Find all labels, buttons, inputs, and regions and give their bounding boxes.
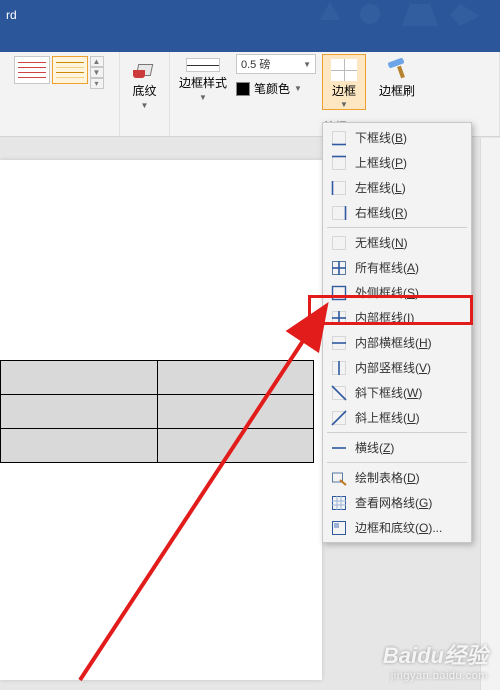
border-style-label: 边框样式 — [179, 74, 227, 91]
table-row[interactable] — [1, 395, 314, 429]
menu-item-inside-v[interactable]: 内部竖框线(V) — [323, 355, 471, 380]
menu-item-all[interactable]: 所有框线(A) — [323, 255, 471, 280]
menu-item-label: 绘制表格(D) — [355, 469, 420, 486]
menu-item-label: 外侧框线(S) — [355, 284, 419, 301]
menu-item-label: 内部框线(I) — [355, 309, 414, 326]
menu-item-label: 内部横框线(H) — [355, 334, 432, 351]
menu-item-label: 所有框线(A) — [355, 259, 419, 276]
table-style-thumb-selected[interactable] — [52, 56, 88, 84]
line-style-icon — [186, 58, 220, 72]
menu-item-bottom[interactable]: 下框线(B) — [323, 125, 471, 150]
watermark-sub: jingyan.baidu.com — [383, 670, 488, 682]
shading-label: 底纹 — [132, 82, 156, 99]
line-weight-combo[interactable]: 0.5 磅 ▼ — [236, 54, 316, 74]
table-row[interactable] — [1, 361, 314, 395]
app-title-fragment: rd — [6, 8, 17, 22]
table-styles-group: ▲▼▾ — [0, 52, 120, 136]
chevron-down-icon: ▼ — [199, 93, 207, 102]
border-painter-label: 边框刷 — [379, 82, 415, 99]
menu-item-label: 左框线(L) — [355, 179, 406, 196]
border-inside-v-icon — [331, 360, 347, 376]
menu-item-draw[interactable]: 绘制表格(D) — [323, 465, 471, 490]
border-outside-icon — [331, 285, 347, 301]
menu-item-label: 下框线(B) — [355, 129, 407, 146]
menu-item-left[interactable]: 左框线(L) — [323, 175, 471, 200]
borders-grid-icon — [331, 59, 357, 81]
menu-item-hline[interactable]: 横线(Z) — [323, 435, 471, 460]
brush-icon — [385, 58, 409, 80]
chevron-down-icon: ▼ — [141, 101, 149, 110]
watermark: Baidu经验 jingyan.baidu.com — [383, 638, 488, 682]
menu-separator — [327, 432, 467, 433]
ribbon-tab-strip — [0, 30, 500, 52]
border-diag-up-icon — [331, 410, 347, 426]
menu-item-label: 斜下框线(W) — [355, 384, 422, 401]
gallery-spinner[interactable]: ▲▼▾ — [90, 56, 104, 89]
scrollbar-track[interactable] — [480, 138, 500, 690]
menu-item-none[interactable]: 无框线(N) — [323, 230, 471, 255]
border-all-icon — [331, 260, 347, 276]
border-top-icon — [331, 155, 347, 171]
shading-button[interactable]: 底纹 ▼ — [124, 54, 166, 110]
border-left-icon — [331, 180, 347, 196]
menu-separator — [327, 462, 467, 463]
chevron-up-icon[interactable]: ▲ — [90, 56, 104, 67]
menu-item-label: 横线(Z) — [355, 439, 394, 456]
menu-item-label: 斜上框线(U) — [355, 409, 420, 426]
border-inside-h-icon — [331, 335, 347, 351]
draw-table-icon — [331, 470, 347, 486]
menu-item-inside[interactable]: 内部框线(I) — [323, 305, 471, 330]
menu-item-label: 右框线(R) — [355, 204, 408, 221]
pen-color-swatch-icon — [236, 82, 250, 96]
titlebar-decoration — [320, 0, 500, 30]
menu-item-right[interactable]: 右框线(R) — [323, 200, 471, 225]
border-none-icon — [331, 235, 347, 251]
sample-table[interactable] — [0, 360, 314, 463]
pen-color-button[interactable]: 笔颜色 ▼ — [236, 80, 316, 97]
menu-item-label: 无框线(N) — [355, 234, 408, 251]
border-painter-button[interactable]: 边框刷 — [372, 54, 422, 99]
border-right-icon — [331, 205, 347, 221]
menu-item-inside-h[interactable]: 内部横框线(H) — [323, 330, 471, 355]
borders-split-button[interactable]: 边框 ▼ — [322, 54, 366, 110]
chevron-down-icon: ▼ — [340, 100, 348, 109]
menu-item-label: 边框和底纹(O)... — [355, 519, 442, 536]
menu-item-gridlines[interactable]: 查看网格线(G) — [323, 490, 471, 515]
watermark-brand: Baidu经验 — [383, 638, 488, 670]
table-style-thumb[interactable] — [14, 56, 50, 84]
menu-item-top[interactable]: 上框线(P) — [323, 150, 471, 175]
more-icon[interactable]: ▾ — [90, 78, 104, 89]
title-bar: rd — [0, 0, 500, 30]
border-bottom-icon — [331, 130, 347, 146]
borders-button-label: 边框 — [332, 82, 356, 99]
chevron-down-icon: ▼ — [303, 60, 311, 69]
line-weight-value: 0.5 磅 — [241, 56, 270, 72]
menu-item-outside[interactable]: 外侧框线(S) — [323, 280, 471, 305]
document-page — [0, 160, 322, 680]
menu-item-dialog[interactable]: 边框和底纹(O)... — [323, 515, 471, 540]
horizontal-line-icon — [331, 440, 347, 456]
pen-color-label: 笔颜色 — [254, 80, 290, 97]
menu-separator — [327, 227, 467, 228]
view-gridlines-icon — [331, 495, 347, 511]
menu-item-diag-down[interactable]: 斜下框线(W) — [323, 380, 471, 405]
table-styles-gallery[interactable]: ▲▼▾ — [14, 54, 106, 89]
border-diag-down-icon — [331, 385, 347, 401]
menu-item-label: 内部竖框线(V) — [355, 359, 431, 376]
shading-group: 底纹 ▼ — [120, 52, 170, 136]
border-style-button[interactable]: 边框样式 ▼ — [176, 54, 230, 102]
table-row[interactable] — [1, 429, 314, 463]
paint-bucket-icon — [133, 58, 157, 80]
menu-item-label: 上框线(P) — [355, 154, 407, 171]
borders-dropdown-menu: 下框线(B) 上框线(P) 左框线(L) 右框线(R) 无框线(N) 所有框线(A) 外侧框… — [322, 122, 472, 543]
chevron-down-icon: ▼ — [294, 84, 302, 93]
border-inside-icon — [331, 310, 347, 326]
chevron-down-icon[interactable]: ▼ — [90, 67, 104, 78]
menu-item-label: 查看网格线(G) — [355, 494, 432, 511]
menu-item-diag-up[interactable]: 斜上框线(U) — [323, 405, 471, 430]
borders-shading-icon — [331, 520, 347, 536]
